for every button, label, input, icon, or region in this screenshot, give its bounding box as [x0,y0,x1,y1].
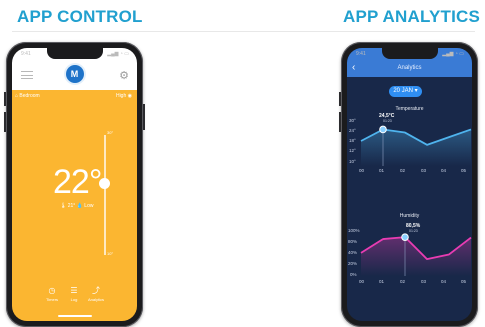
volume-button [339,112,341,132]
nav-log[interactable]: ☰ Log [64,286,84,302]
home-indicator[interactable] [57,315,92,317]
status-icons: ▂▄▆ ◔ ▭ [442,51,464,57]
nav-timers[interactable]: ◷ Timers [42,286,62,302]
slider-min-label: 10° [107,251,114,256]
nav-label: Timers [45,297,59,302]
status-time: 9:41 [356,51,366,57]
analytics-screen: ‹ Analytics 9:41 ▂▄▆ ◔ ▭ 20 JAN ▾ Temper… [347,48,472,321]
set-temperature: 22° [53,163,102,201]
gear-icon[interactable]: ⚙ [119,69,129,82]
app-analytics-heading: APP ANALYTICS [343,7,481,26]
status-icons: ▂▄▆ ◔ ▭ [107,51,129,57]
analytics-charts [360,125,472,276]
side-button [4,92,6,106]
side-button [339,92,341,106]
bottom-nav: ◷ Timers ☰ Log ⤴ Analytics [12,286,137,314]
slider-max-label: 30° [107,130,114,135]
analytics-view: ‹ Analytics 9:41 ▂▄▆ ◔ ▭ 20 JAN ▾ Temper… [347,48,472,321]
mode-label[interactable]: High ◉ [116,93,132,99]
slider-thumb[interactable] [99,177,110,189]
status-time: 9:41 [21,51,31,57]
thermostat-panel: ⌂ Bedroom High ◉ 22° 🌡 21° 💧 Low 30° 10°… [12,90,137,321]
nav-label: Log [70,297,78,302]
control-screen: 9:41 ▂▄▆ ◔ ▭ M ⚙ ⌂ Bedroom High ◉ 22° 🌡 … [12,48,137,321]
notch [381,48,438,59]
notch [46,48,103,59]
list-icon: ☰ [70,286,78,295]
temperature-info: 🌡 21° 💧 Low [60,203,94,209]
nav-analytics[interactable]: ⤴ Analytics [86,286,106,302]
phone-analytics: ‹ Analytics 9:41 ▂▄▆ ◔ ▭ 20 JAN ▾ Temper… [339,42,478,327]
trend-icon: ⤴ [92,286,100,295]
volume-button [4,112,6,132]
power-button [143,104,145,130]
temperature-slider[interactable] [104,135,106,255]
highlight-point[interactable] [401,233,409,241]
brand-logo: M [65,65,84,83]
room-label[interactable]: ⌂ Bedroom [15,93,40,99]
phone-control: 9:41 ▂▄▆ ◔ ▭ M ⚙ ⌂ Bedroom High ◉ 22° 🌡 … [4,42,145,327]
highlight-point[interactable] [379,125,387,134]
heading-divider [12,31,475,32]
nav-label: Analytics [87,297,104,302]
menu-icon[interactable] [21,71,33,79]
app-control-heading: APP CONTROL [17,7,143,26]
clock-icon: ◷ [48,286,56,295]
